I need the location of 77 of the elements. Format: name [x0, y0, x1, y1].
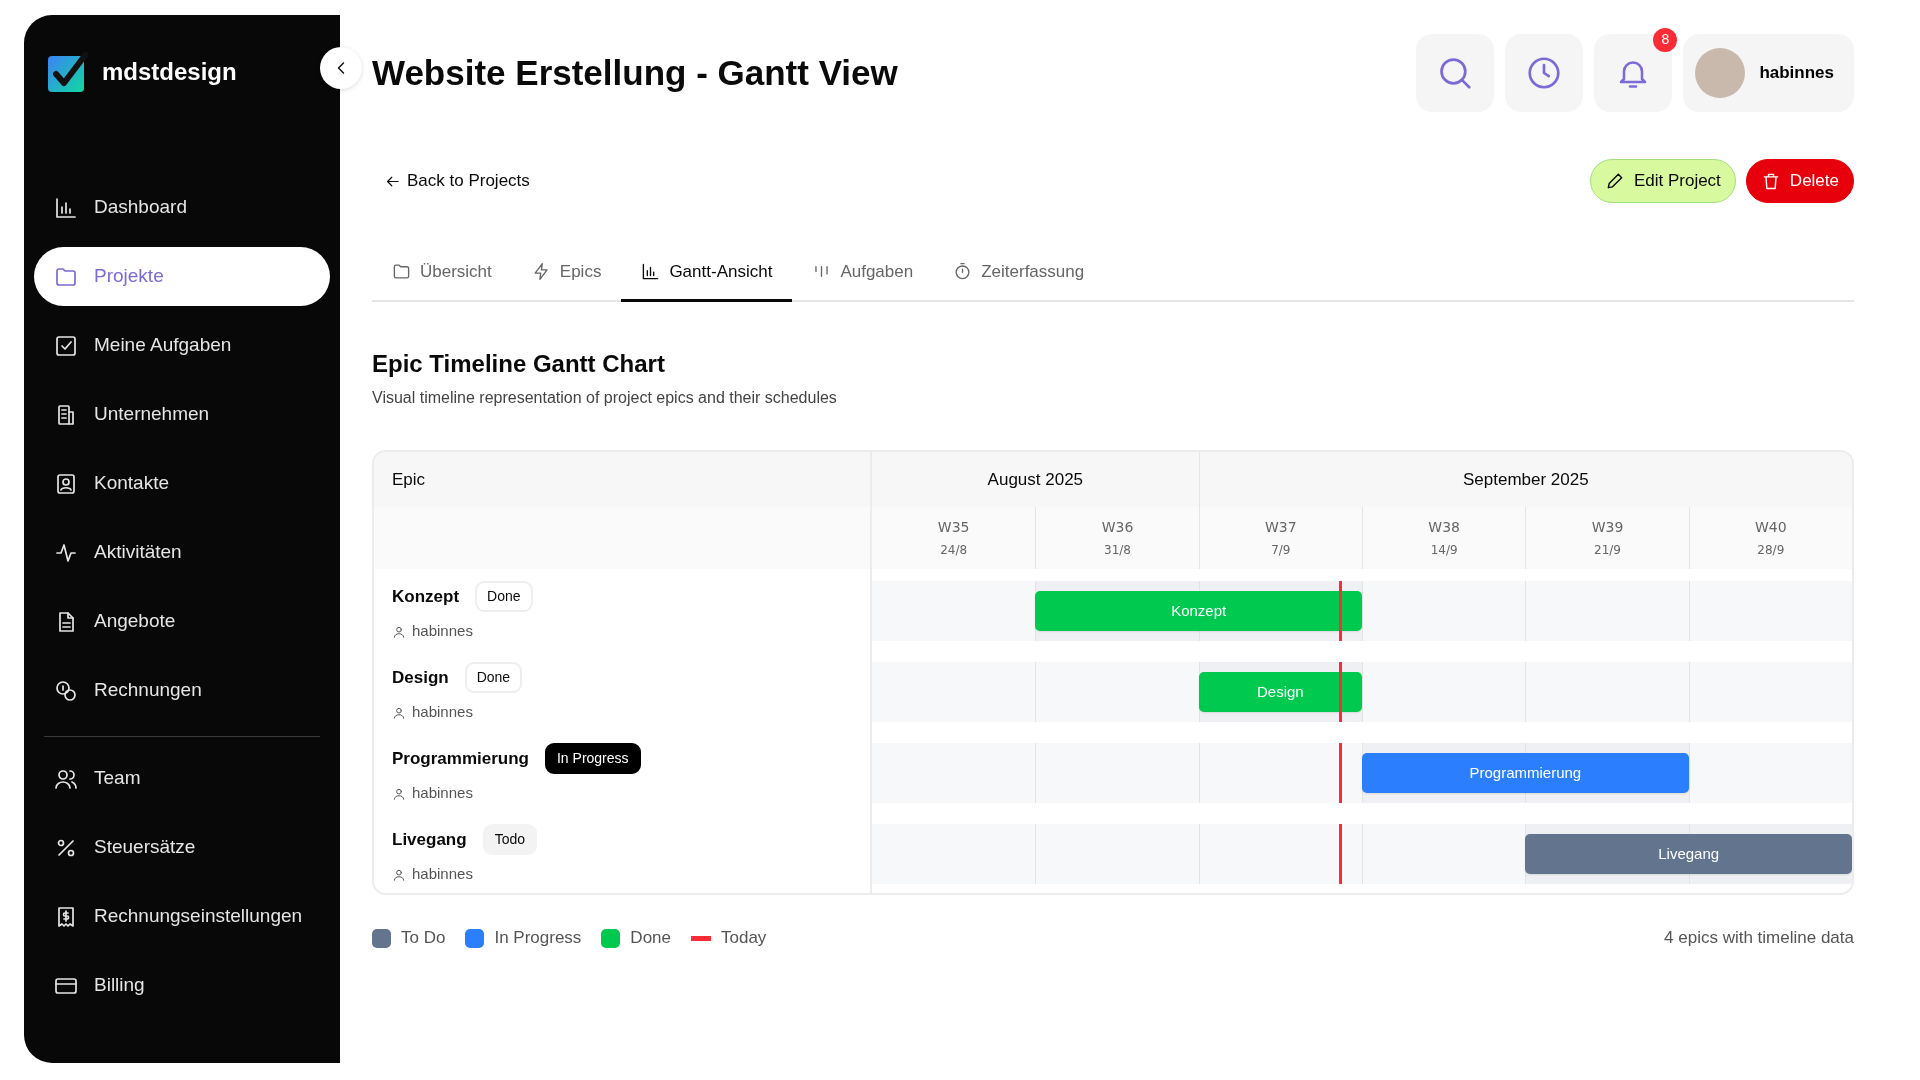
notifications-button[interactable] — [1594, 33, 1673, 112]
week-date: 28/9 — [1757, 542, 1785, 560]
tab[interactable]: Zeiterfassung — [933, 251, 1105, 302]
person-icon — [392, 705, 406, 720]
sidebar-item[interactable]: Projekte — [34, 247, 330, 306]
legend-label: To Do — [401, 927, 446, 950]
brand-name: mdstdesign — [102, 57, 237, 87]
collapse-button[interactable] — [320, 47, 362, 89]
page-title: Website Erstellung - Gantt View — [372, 51, 899, 94]
checkbox-icon — [54, 333, 78, 358]
status-badge: In Progress — [545, 743, 641, 775]
gantt-bar: Design — [1198, 672, 1362, 713]
epic-owner: habinnes — [412, 864, 473, 885]
status-badge: Done — [464, 662, 523, 694]
bar-chart-icon — [641, 262, 661, 282]
sidebar-item[interactable]: Steuersätze — [34, 818, 330, 877]
sidebar-item[interactable]: Dashboard — [34, 178, 330, 237]
month-header: August 2025 — [872, 452, 1199, 508]
gantt-bar: Programmierung — [1362, 753, 1689, 794]
gantt-bar: Konzept — [1035, 591, 1362, 632]
tab[interactable]: Aufgaben — [792, 251, 934, 302]
legend-label: Today — [721, 927, 767, 950]
week-label: W37 — [1265, 518, 1297, 538]
notification-count: 8 — [1653, 27, 1678, 52]
epic-name: Programmierung — [392, 748, 529, 771]
week-date: 7/9 — [1271, 542, 1291, 560]
folder-icon — [392, 262, 411, 282]
tab[interactable]: Übersicht — [372, 251, 512, 302]
tab[interactable]: Gantt-Ansicht — [621, 251, 793, 302]
legend-label: Done — [630, 927, 671, 950]
logo-icon — [48, 52, 88, 92]
week-date: 24/8 — [940, 542, 968, 560]
section-title: Epic Timeline Gantt Chart — [372, 349, 666, 379]
week-label: W35 — [937, 518, 970, 538]
search-button[interactable] — [1416, 33, 1495, 112]
person-icon — [392, 867, 406, 882]
week-date: 21/9 — [1594, 542, 1621, 560]
status-badge: Done — [475, 581, 533, 613]
bar-chart-icon — [54, 195, 78, 220]
delete-button[interactable]: Delete — [1745, 159, 1854, 203]
week-date: 31/8 — [1104, 542, 1131, 560]
coins-icon — [54, 678, 78, 703]
tab[interactable]: Epics — [511, 251, 622, 302]
clock-button[interactable] — [1505, 33, 1584, 112]
sidebar-item[interactable]: Unternehmen — [34, 385, 330, 444]
status-badge: Todo — [482, 824, 537, 856]
epic-owner: habinnes — [412, 783, 473, 804]
legend-label: In Progress — [494, 927, 582, 950]
person-icon — [392, 786, 406, 801]
epic-name: Design — [392, 667, 449, 690]
week-label: W38 — [1428, 518, 1460, 538]
column-header: Epic — [374, 452, 870, 508]
sidebar-item[interactable]: Meine Aufgaben — [34, 316, 330, 375]
epic-name: Livegang — [392, 829, 467, 852]
person-icon — [392, 624, 406, 639]
user-menu[interactable]: habinnes — [1683, 33, 1854, 112]
back-link[interactable]: Back to Projects — [372, 168, 530, 194]
epic-name: Konzept — [392, 586, 460, 609]
epic-count: 4 epics with timeline data — [1664, 927, 1854, 950]
week-label: W36 — [1101, 518, 1134, 538]
sidebar-item[interactable]: Rechnungseinstellungen — [34, 887, 330, 946]
sidebar-item[interactable]: Angebote — [34, 592, 330, 651]
sidebar-item[interactable]: Kontakte — [34, 454, 330, 513]
gantt-bar: Livegang — [1525, 834, 1852, 875]
sidebar-item[interactable]: Team — [34, 749, 330, 808]
week-label: W39 — [1591, 518, 1624, 538]
week-label: W40 — [1755, 518, 1787, 538]
sidebar-item[interactable]: Rechnungen — [34, 661, 330, 720]
edit-project-button[interactable]: Edit Project — [1589, 159, 1736, 203]
epic-owner: habinnes — [412, 621, 473, 642]
sidebar-item[interactable]: Aktivitäten — [34, 523, 330, 582]
week-date: 14/9 — [1430, 542, 1458, 560]
sidebar-item[interactable]: Billing — [34, 956, 330, 1015]
month-header: September 2025 — [1198, 452, 1852, 508]
section-subtitle: Visual timeline representation of project epics and their schedules — [372, 388, 838, 409]
epic-owner: habinnes — [412, 702, 473, 723]
contact-card-icon — [54, 471, 78, 496]
